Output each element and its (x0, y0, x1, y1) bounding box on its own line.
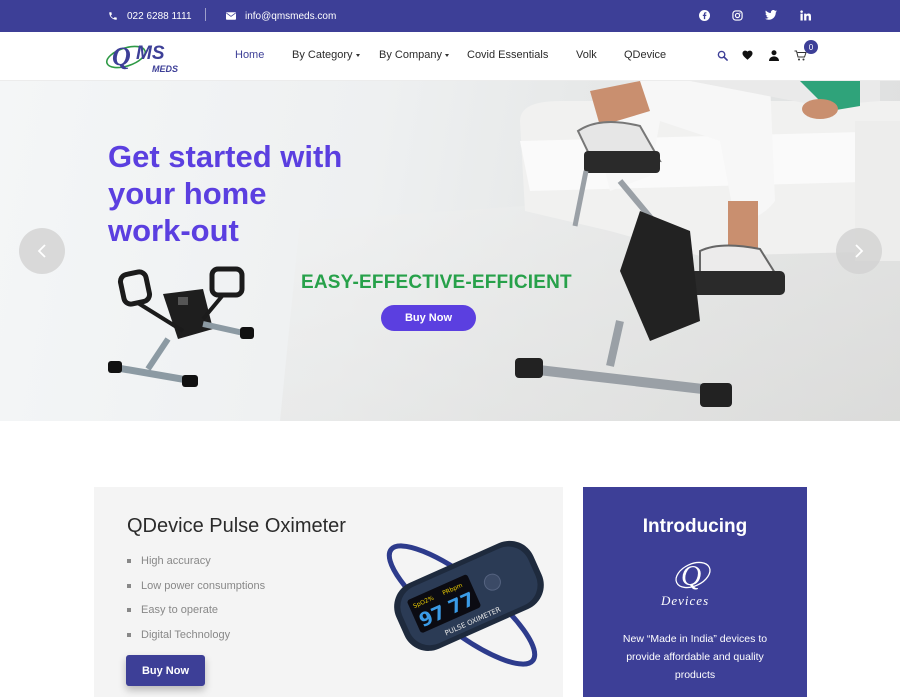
phone-contact[interactable]: 022 6288 1111 (108, 0, 192, 32)
hero-tagline: EASY-EFFECTIVE-EFFICIENT (301, 272, 572, 293)
nav-covid-essentials[interactable]: Covid Essentials (467, 49, 548, 61)
site-header: Q MS MEDS Home By Category By Company Co… (0, 32, 900, 81)
intro-description: New “Made in India” devices to provide a… (622, 633, 768, 681)
oximeter-title: QDevice Pulse Oximeter (127, 515, 346, 537)
oximeter-feature-list: High accuracy Low power consumptions Eas… (127, 549, 265, 647)
heart-icon[interactable] (740, 48, 754, 62)
pulse-oximeter-image: SpO2% PRbpm 97 77 PULSE OXIMETER (386, 540, 544, 667)
phone-icon (109, 12, 117, 20)
svg-text:Q: Q (112, 42, 131, 71)
slider-next-button[interactable] (836, 228, 882, 274)
cart-count-badge: 0 (804, 40, 818, 54)
oximeter-buy-now-button[interactable]: Buy Now (126, 655, 205, 686)
intro-title: Introducing (642, 516, 748, 537)
mail-icon (226, 12, 236, 20)
oximeter-promo-card: QDevice Pulse Oximeter High accuracy Low… (94, 487, 563, 697)
hero-title: Get started with your home work-out (108, 139, 343, 248)
phone-number: 022 6288 1111 (127, 10, 192, 22)
svg-text:Q: Q (681, 561, 701, 592)
nav-home[interactable]: Home (235, 49, 264, 61)
chevron-down-icon (355, 53, 360, 57)
svg-text:Devices: Devices (660, 593, 709, 608)
nav-by-category[interactable]: By Category (292, 49, 360, 61)
list-item: Easy to operate (127, 598, 265, 623)
twitter-icon[interactable] (764, 8, 778, 22)
search-icon[interactable] (715, 48, 729, 62)
email-address: info@qmsmeds.com (245, 10, 337, 22)
linkedin-icon[interactable] (798, 8, 812, 22)
hero-slider: Get started with your home work-out EASY… (0, 81, 900, 421)
nav-qdevice[interactable]: QDevice (624, 49, 666, 61)
qdevices-logo[interactable]: Q Devices (655, 553, 735, 609)
hero-buy-now-button[interactable]: Buy Now (381, 305, 476, 331)
nav-by-company[interactable]: By Company (379, 49, 449, 61)
list-item: Digital Technology (127, 623, 265, 648)
qdevices-intro-card: Introducing Q Devices New “Made in India… (583, 487, 807, 697)
user-icon[interactable] (767, 48, 781, 62)
list-item: High accuracy (127, 549, 265, 574)
svg-text:MEDS: MEDS (152, 64, 178, 74)
top-bar: 022 6288 1111 info@qmsmeds.com (0, 0, 900, 32)
chevron-down-icon (444, 53, 449, 57)
email-contact[interactable]: info@qmsmeds.com (226, 0, 336, 32)
qms-meds-logo[interactable]: Q MS MEDS (104, 38, 188, 76)
chevron-left-icon (37, 244, 46, 258)
svg-text:MS: MS (136, 43, 165, 64)
list-item: Low power consumptions (127, 574, 265, 599)
nav-volk[interactable]: Volk (576, 49, 597, 61)
facebook-icon[interactable] (697, 8, 711, 22)
slider-prev-button[interactable] (19, 228, 65, 274)
hero-photo (108, 81, 900, 421)
topbar-divider (205, 8, 206, 21)
chevron-right-icon (855, 244, 864, 258)
instagram-icon[interactable] (730, 8, 744, 22)
